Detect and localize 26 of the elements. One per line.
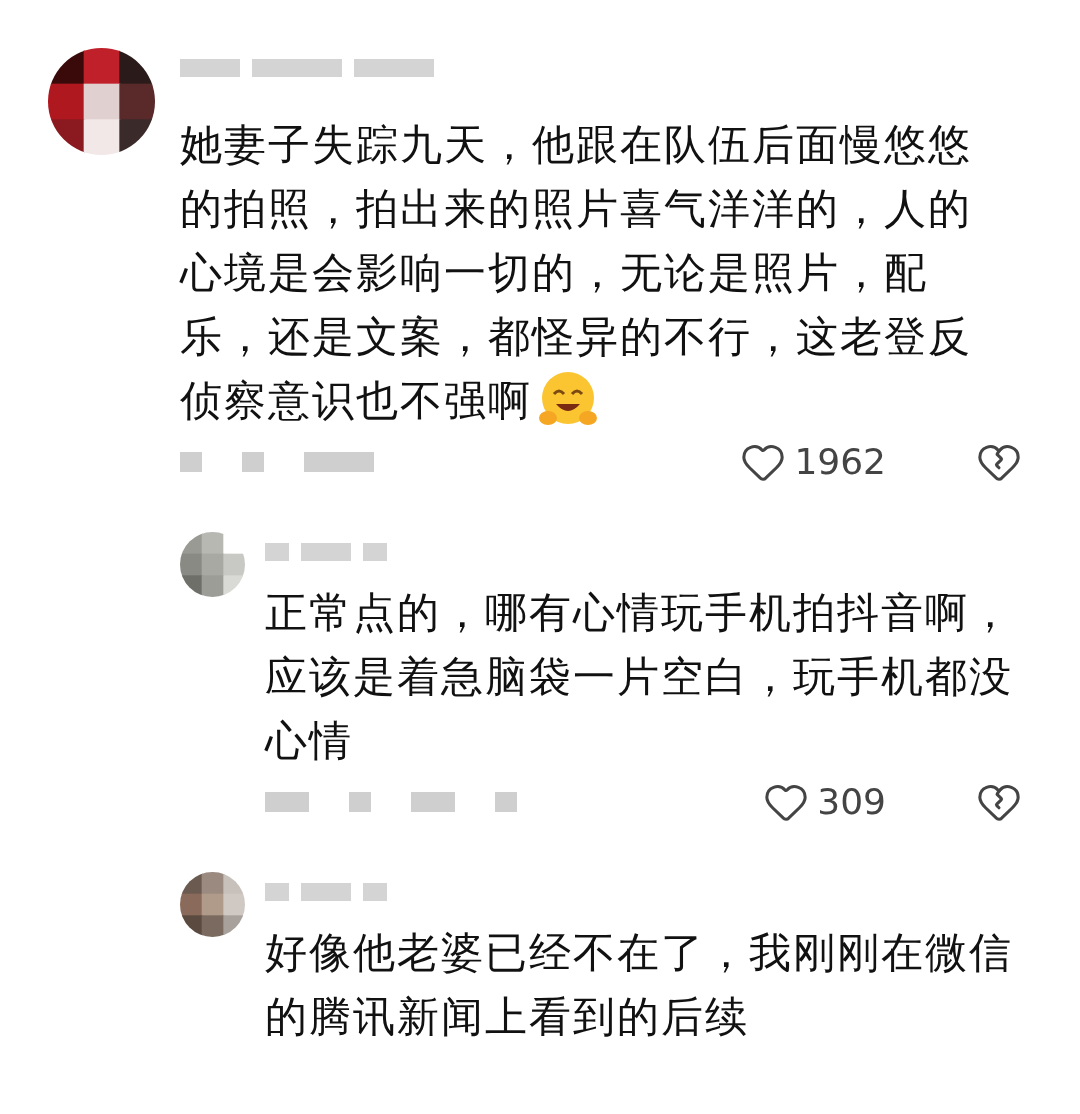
blurred-meta [242, 452, 264, 472]
blurred-name [265, 543, 289, 561]
blurred-meta [411, 792, 455, 812]
comment-text: 心情 [265, 714, 353, 767]
like-button[interactable]: 309 [763, 775, 886, 829]
comment-text: 心境是会影响一切的，无论是照片，配 [180, 246, 928, 299]
blurred-meta [495, 792, 517, 812]
blurred-name [180, 59, 240, 77]
blurred-meta [349, 792, 371, 812]
comment-text: 正常点的，哪有心情玩手机拍抖音啊， [265, 586, 1013, 639]
comment-text: 应该是着急脑袋一片空白，玩手机都没 [265, 650, 1013, 703]
blurred-name [265, 883, 289, 901]
like-button[interactable]: 1962 [740, 435, 886, 489]
comment-text: 乐，还是文案，都怪异的不行，这老登反 [180, 310, 972, 363]
comment-text: 她妻子失踪九天，他跟在队伍后面慢悠悠 [180, 118, 972, 171]
blurred-meta [180, 452, 202, 472]
comment-text: 好像他老婆已经不在了，我刚刚在微信 [265, 926, 1013, 979]
blurred-name [301, 543, 351, 561]
comment-text: 侦察意识也不强啊 [180, 374, 532, 427]
comment-text: 的腾讯新闻上看到的后续 [265, 990, 749, 1043]
blurred-meta [304, 452, 374, 472]
blurred-name [363, 543, 387, 561]
comment-text: 的拍照，拍出来的照片喜气洋洋的，人的 [180, 182, 972, 235]
blurred-name [301, 883, 351, 901]
blurred-meta [265, 792, 309, 812]
blurred-name [363, 883, 387, 901]
